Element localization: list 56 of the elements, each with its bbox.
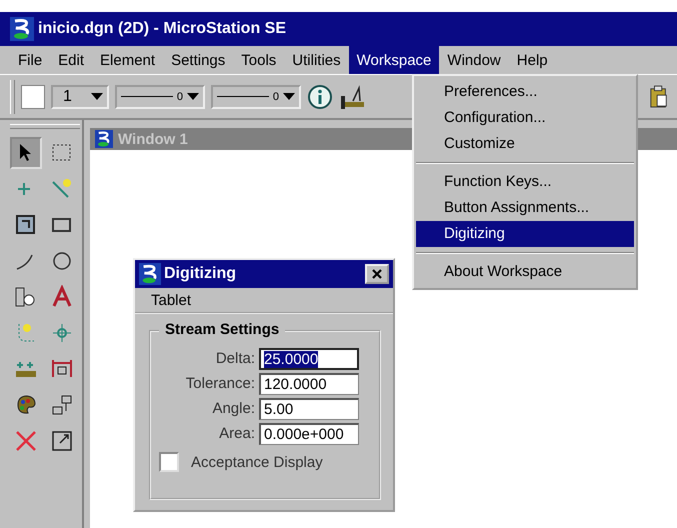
menu-item[interactable]: Element	[92, 46, 164, 74]
close-button[interactable]	[365, 264, 389, 284]
app-logo-icon	[94, 130, 114, 148]
field-label: Angle:	[212, 400, 255, 417]
scale-icon	[50, 429, 74, 453]
menu-item[interactable]: Utilities	[284, 46, 349, 74]
menu-item[interactable]: Tools	[233, 46, 284, 74]
dropdown-arrow-icon	[91, 93, 103, 100]
field-label: Tolerance:	[186, 375, 255, 392]
group-label: Stream Settings	[159, 321, 286, 338]
checkbox-label: Acceptance Display	[191, 454, 323, 470]
menu-item[interactable]: Workspace	[348, 46, 440, 74]
pen-icon[interactable]	[339, 84, 365, 110]
menu-item[interactable]: Preferences...	[416, 79, 634, 105]
checkbox[interactable]	[159, 452, 179, 472]
input-field[interactable]: 5.00	[259, 398, 359, 420]
dialog-title: Digitizing	[164, 265, 237, 283]
menu-item[interactable]: Tablet	[151, 292, 192, 308]
hatch-icon	[14, 213, 38, 237]
menu-item[interactable]: File	[10, 46, 50, 74]
input-field[interactable]: 120.0000	[259, 372, 359, 394]
field-label: Area:	[219, 425, 255, 442]
close-icon	[372, 269, 382, 279]
delete-icon	[14, 429, 38, 453]
view-window-title: Window 1	[118, 130, 188, 148]
info-icon[interactable]	[307, 84, 333, 110]
field-label: Delta:	[216, 350, 255, 367]
menu-item[interactable]: Help	[508, 46, 556, 74]
color-swatch[interactable]	[21, 84, 45, 108]
line-style-dropdown[interactable]: 0	[115, 84, 205, 108]
app-logo-icon	[10, 17, 34, 41]
level-dropdown[interactable]: 1	[51, 84, 109, 108]
weight-value: 0	[272, 90, 279, 102]
snap-icon	[50, 321, 74, 345]
menu-item[interactable]: Function Keys...	[416, 169, 634, 195]
app-logo-icon	[139, 263, 161, 285]
input-field[interactable]: 0.000e+000	[259, 422, 359, 444]
input-field[interactable]: 25.0000	[259, 348, 359, 370]
menu-item[interactable]: Edit	[50, 46, 92, 74]
text-icon	[50, 285, 74, 309]
menu-item[interactable]: Settings	[163, 46, 234, 74]
level-value: 1	[62, 88, 73, 106]
menu-item[interactable]: Customize	[416, 131, 634, 157]
line-weight-dropdown[interactable]: 0	[211, 84, 301, 108]
menu-item[interactable]: Window	[439, 46, 509, 74]
window-title: inicio.dgn (2D) - MicroStation SE	[38, 20, 286, 38]
clipboard-icon[interactable]	[649, 84, 669, 108]
dropdown-arrow-icon	[187, 93, 199, 100]
cell-icon	[50, 393, 74, 417]
menu-item[interactable]: About Workspace	[416, 259, 634, 285]
tool-button[interactable]	[10, 137, 42, 169]
menu-item[interactable]: Digitizing	[416, 221, 634, 247]
menu-item[interactable]: Button Assignments...	[416, 195, 634, 221]
style-value: 0	[176, 90, 183, 102]
dropdown-arrow-icon	[283, 93, 295, 100]
menu-item[interactable]: Configuration...	[416, 105, 634, 131]
